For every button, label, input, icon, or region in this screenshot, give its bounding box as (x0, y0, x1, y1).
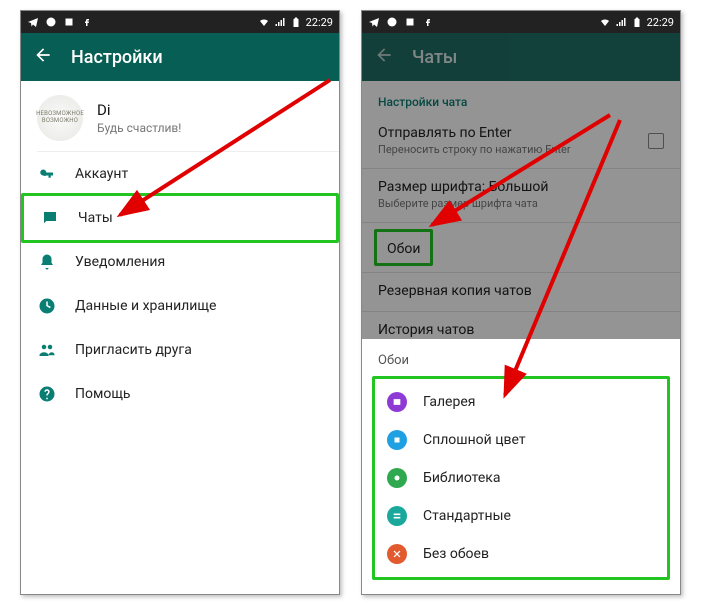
status-bar: 22:29 (21, 11, 339, 33)
data-icon (37, 297, 57, 315)
wallpaper-sheet: Обои Галерея Сплошной цвет Библиотека Ст… (362, 339, 680, 594)
menu-label: Помощь (75, 386, 131, 402)
sheet-item-library[interactable]: Библиотека (375, 459, 667, 497)
avatar: НЕВОЗМОЖНОЕ ВОЗМОЖНО (37, 95, 83, 141)
app-icon (404, 16, 416, 28)
menu-chats[interactable]: Чаты (21, 193, 339, 243)
menu-invite[interactable]: Пригласить друга (21, 328, 339, 372)
menu-label: Пригласить друга (75, 342, 192, 358)
sheet-list: Галерея Сплошной цвет Библиотека Стандар… (372, 376, 670, 580)
gallery-icon (387, 392, 407, 412)
signal-icon (274, 16, 286, 28)
signal-icon (615, 16, 627, 28)
clock-time: 22:29 (306, 16, 333, 29)
phone-chats: 22:29 Чаты Настройки чата Отправлять по … (361, 10, 681, 595)
key-icon (37, 165, 57, 183)
app-bar: Настройки (21, 33, 339, 81)
sheet-item-label: Сплошной цвет (423, 432, 526, 448)
help-icon (37, 385, 57, 403)
profile-row[interactable]: НЕВОЗМОЖНОЕ ВОЗМОЖНО Di Будь счастлив! (21, 81, 339, 151)
sheet-title: Обои (362, 349, 680, 376)
battery-icon (631, 16, 643, 28)
menu-data[interactable]: Данные и хранилище (21, 284, 339, 328)
profile-name: Di (97, 101, 181, 119)
facebook-icon (81, 16, 93, 28)
menu-label: Чаты (78, 210, 113, 226)
sheet-item-label: Библиотека (423, 470, 500, 486)
wifi-icon (599, 16, 611, 28)
menu-account[interactable]: Аккаунт (21, 152, 339, 196)
phone-settings: 22:29 Настройки НЕВОЗМОЖНОЕ ВОЗМОЖНО Di … (20, 10, 340, 595)
bell-icon (37, 253, 57, 271)
menu-label: Аккаунт (75, 166, 128, 182)
clock-time: 22:29 (647, 16, 674, 29)
solid-color-icon (387, 430, 407, 450)
people-icon (37, 341, 57, 359)
default-icon (387, 506, 407, 526)
page-title: Настройки (71, 47, 163, 68)
facebook-icon (422, 16, 434, 28)
menu-label: Данные и хранилище (75, 298, 216, 314)
library-icon (387, 468, 407, 488)
sheet-item-default[interactable]: Стандартные (375, 497, 667, 535)
profile-status: Будь счастлив! (97, 121, 181, 135)
whatsapp-icon (386, 16, 398, 28)
chat-icon (40, 209, 60, 227)
sheet-item-label: Стандартные (423, 508, 511, 524)
telegram-icon (368, 16, 380, 28)
no-wallpaper-icon (387, 544, 407, 564)
back-icon[interactable] (33, 45, 53, 69)
menu-help[interactable]: Помощь (21, 372, 339, 416)
menu-notifications[interactable]: Уведомления (21, 240, 339, 284)
whatsapp-icon (45, 16, 57, 28)
sheet-item-label: Без обоев (423, 546, 489, 562)
sheet-item-label: Галерея (423, 394, 475, 410)
sheet-item-none[interactable]: Без обоев (375, 535, 667, 573)
telegram-icon (27, 16, 39, 28)
menu-label: Уведомления (75, 254, 165, 270)
wifi-icon (258, 16, 270, 28)
status-bar: 22:29 (362, 11, 680, 33)
app-icon (63, 16, 75, 28)
battery-icon (290, 16, 302, 28)
sheet-item-solid[interactable]: Сплошной цвет (375, 421, 667, 459)
sheet-item-gallery[interactable]: Галерея (375, 383, 667, 421)
